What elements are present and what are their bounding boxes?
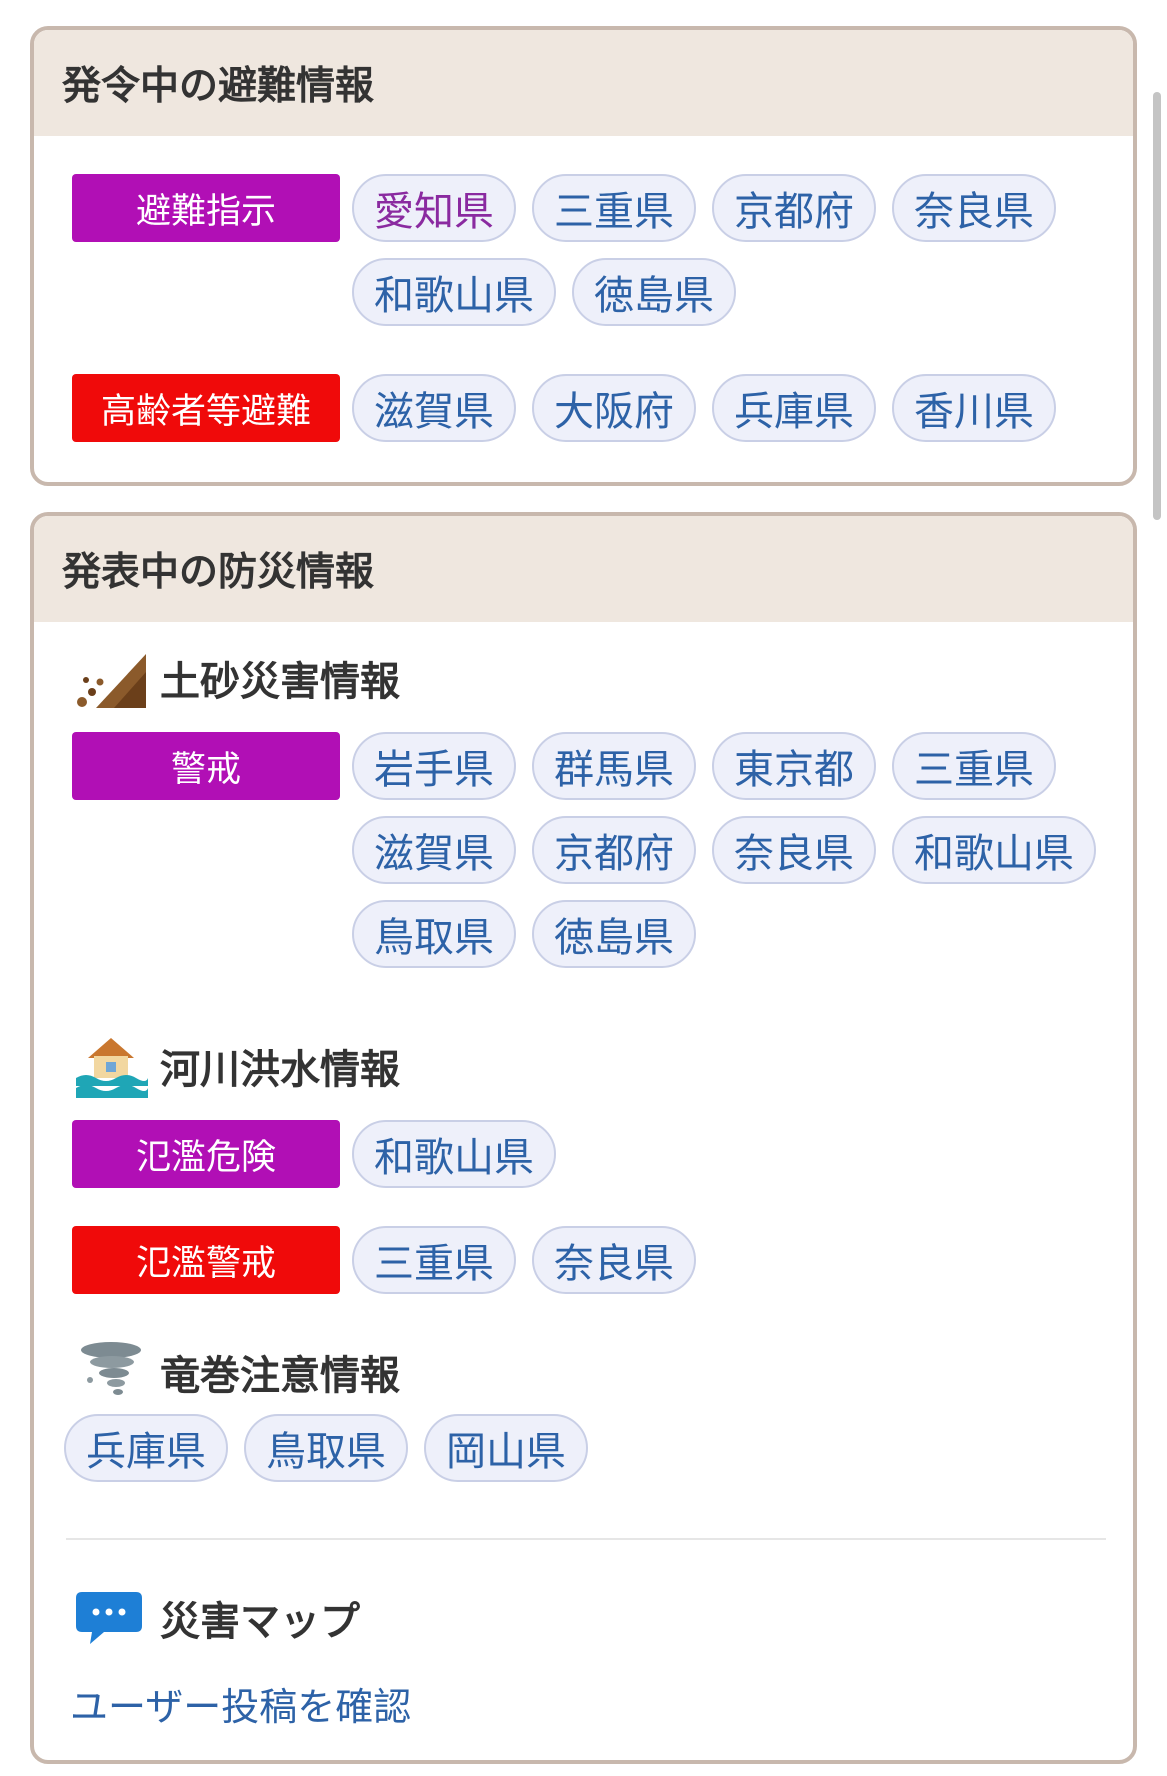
prefecture-chip[interactable]: 滋賀県 bbox=[352, 816, 516, 884]
prefecture-chip[interactable]: 東京都 bbox=[712, 732, 876, 800]
prefecture-chip[interactable]: 奈良県 bbox=[712, 816, 876, 884]
landslide-warning-tag: 警戒 bbox=[72, 732, 340, 800]
prefecture-chip[interactable]: 三重県 bbox=[532, 174, 696, 242]
prefecture-chip[interactable]: 三重県 bbox=[352, 1226, 516, 1294]
prefecture-chip[interactable]: 和歌山県 bbox=[352, 258, 556, 326]
flood-section-title: 河川洪水情報 bbox=[74, 1034, 400, 1098]
prefecture-chip[interactable]: 岡山県 bbox=[424, 1414, 588, 1482]
flood-house-icon bbox=[76, 1038, 148, 1098]
flood-danger-list: 和歌山県 bbox=[352, 1120, 1132, 1188]
prefecture-chip[interactable]: 奈良県 bbox=[892, 174, 1056, 242]
scrollbar[interactable] bbox=[1153, 92, 1161, 520]
flood-warning-tag: 氾濫警戒 bbox=[72, 1226, 340, 1294]
prefecture-chip[interactable]: 徳島県 bbox=[532, 900, 696, 968]
flood-warning-list: 三重県 奈良県 bbox=[352, 1226, 1132, 1294]
evacuation-card-title: 発令中の避難情報 bbox=[34, 30, 1133, 136]
prefecture-chip[interactable]: 京都府 bbox=[532, 816, 696, 884]
prefecture-chip[interactable]: 鳥取県 bbox=[352, 900, 516, 968]
evacuation-card: 発令中の避難情報 避難指示 愛知県 三重県 京都府 奈良県 和歌山県 徳島県 高… bbox=[30, 26, 1137, 486]
tornado-list: 兵庫県 鳥取県 岡山県 bbox=[64, 1414, 1104, 1482]
evacuation-order-list: 愛知県 三重県 京都府 奈良県 和歌山県 徳島県 bbox=[352, 174, 1132, 326]
prefecture-chip[interactable]: 香川県 bbox=[892, 374, 1056, 442]
prefecture-chip[interactable]: 京都府 bbox=[712, 174, 876, 242]
landslide-list: 岩手県 群馬県 東京都 三重県 滋賀県 京都府 奈良県 和歌山県 鳥取県 徳島県 bbox=[352, 732, 1132, 968]
speech-bubble-icon bbox=[76, 1592, 142, 1644]
tornado-section-title: 竜巻注意情報 bbox=[74, 1340, 400, 1404]
landslide-title: 土砂災害情報 bbox=[160, 659, 400, 705]
disaster-info-card-title: 発表中の防災情報 bbox=[34, 516, 1133, 622]
elderly-evacuation-tag: 高齢者等避難 bbox=[72, 374, 340, 442]
prefecture-chip[interactable]: 和歌山県 bbox=[352, 1120, 556, 1188]
prefecture-chip[interactable]: 兵庫県 bbox=[64, 1414, 228, 1482]
prefecture-chip[interactable]: 徳島県 bbox=[572, 258, 736, 326]
tornado-icon bbox=[81, 1342, 141, 1395]
prefecture-chip[interactable]: 群馬県 bbox=[532, 732, 696, 800]
disaster-map-title: 災害マップ bbox=[160, 1599, 360, 1645]
tornado-title: 竜巻注意情報 bbox=[160, 1353, 400, 1399]
divider bbox=[66, 1538, 1106, 1540]
flood-danger-tag: 氾濫危険 bbox=[72, 1120, 340, 1188]
prefecture-chip[interactable]: 岩手県 bbox=[352, 732, 516, 800]
prefecture-chip[interactable]: 滋賀県 bbox=[352, 374, 516, 442]
landslide-icon bbox=[77, 654, 146, 708]
flood-title: 河川洪水情報 bbox=[160, 1047, 400, 1093]
user-posts-link[interactable]: ユーザー投稿を確認 bbox=[70, 1676, 411, 1731]
prefecture-chip[interactable]: 兵庫県 bbox=[712, 374, 876, 442]
landslide-section-title: 土砂災害情報 bbox=[74, 646, 400, 710]
prefecture-chip[interactable]: 和歌山県 bbox=[892, 816, 1096, 884]
elderly-evacuation-list: 滋賀県 大阪府 兵庫県 香川県 bbox=[352, 374, 1132, 442]
prefecture-chip[interactable]: 愛知県 bbox=[352, 174, 516, 242]
prefecture-chip[interactable]: 奈良県 bbox=[532, 1226, 696, 1294]
disaster-info-card: 発表中の防災情報 土砂災害情報 警戒 岩手県 群馬県 東京都 三重県 滋賀県 京… bbox=[30, 512, 1137, 1764]
disaster-map-section-title: 災害マップ bbox=[74, 1586, 360, 1650]
evacuation-order-tag: 避難指示 bbox=[72, 174, 340, 242]
prefecture-chip[interactable]: 大阪府 bbox=[532, 374, 696, 442]
prefecture-chip[interactable]: 三重県 bbox=[892, 732, 1056, 800]
prefecture-chip[interactable]: 鳥取県 bbox=[244, 1414, 408, 1482]
